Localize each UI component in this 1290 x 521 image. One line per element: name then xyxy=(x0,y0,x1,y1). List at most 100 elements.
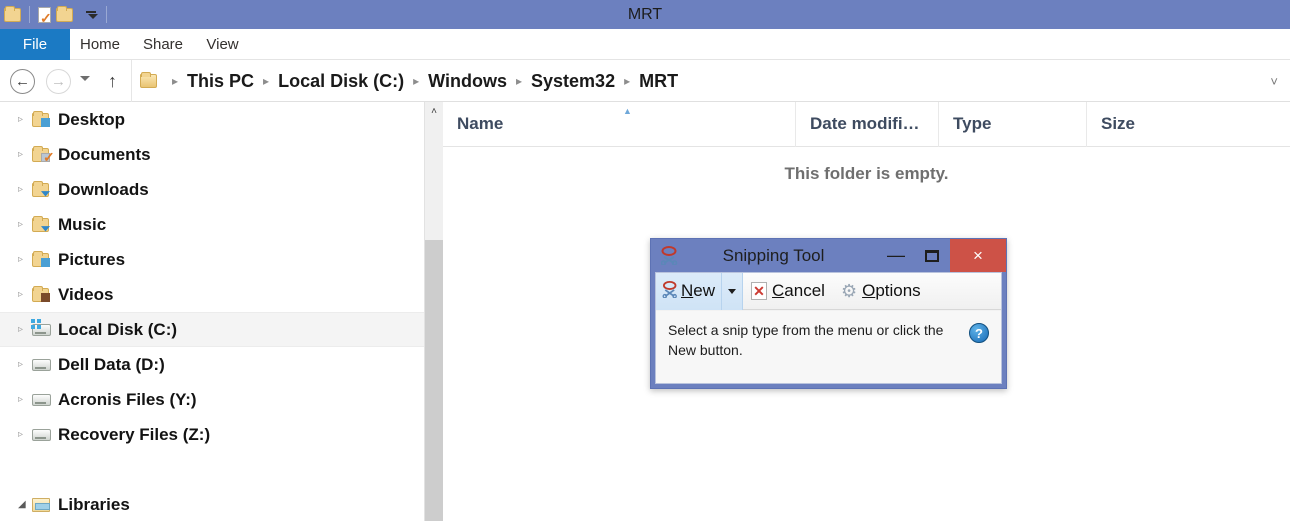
column-header-date-modified[interactable]: Date modifi… xyxy=(795,101,938,147)
sidebar-item-acronis-files-y[interactable]: ▹ Acronis Files (Y:) xyxy=(0,382,424,417)
cancel-button-label: Cancel xyxy=(772,281,825,301)
snipping-tool-title-bar[interactable]: Snipping Tool — × xyxy=(651,239,1006,272)
folder-music-icon xyxy=(32,215,58,232)
help-icon[interactable]: ? xyxy=(969,323,989,343)
empty-folder-message: This folder is empty. xyxy=(784,164,949,183)
cancel-rest: ancel xyxy=(784,281,825,300)
collapse-arrow-icon[interactable]: ◢ xyxy=(18,499,32,510)
minimize-button[interactable]: — xyxy=(878,239,914,272)
options-button[interactable]: ⚙ Options xyxy=(833,273,929,310)
new-rest: ew xyxy=(693,281,716,300)
tab-view[interactable]: View xyxy=(195,29,250,60)
options-accel: O xyxy=(862,281,876,300)
expand-arrow-icon[interactable]: ▹ xyxy=(18,324,32,335)
sidebar-item-label: Desktop xyxy=(58,109,126,129)
tab-file[interactable]: File xyxy=(0,29,70,60)
window-title-bar: MRT xyxy=(0,0,1290,29)
scroll-up-icon[interactable]: ˄ xyxy=(425,102,443,120)
breadcrumb-item-mrt[interactable]: MRT xyxy=(637,71,680,92)
navigation-pane-scrollbar[interactable]: ˄ xyxy=(424,102,443,521)
folder-icon xyxy=(140,72,157,88)
sort-ascending-icon: ▲ xyxy=(623,105,632,116)
tab-share[interactable]: Share xyxy=(133,29,193,60)
breadcrumb-item-this-pc[interactable]: This PC xyxy=(185,71,256,92)
folder-downloads-icon xyxy=(32,180,58,197)
folder-desktop-icon xyxy=(32,110,58,127)
column-label: Name xyxy=(457,114,504,133)
breadcrumb-separator: ▸ xyxy=(624,74,631,88)
breadcrumb-item-system32[interactable]: System32 xyxy=(529,71,617,92)
new-button-label: New xyxy=(681,281,715,301)
sidebar-item-music[interactable]: ▹ Music xyxy=(0,207,424,242)
sidebar-item-downloads[interactable]: ▹ Downloads xyxy=(0,172,424,207)
new-accel: N xyxy=(681,281,694,300)
sidebar-item-label: Documents xyxy=(58,144,151,164)
expand-arrow-icon[interactable]: ▹ xyxy=(18,359,32,370)
navigation-pane: ▹ Desktop ▹ Documents ▹ Downloads ▹ Musi… xyxy=(0,102,424,521)
recent-locations-icon[interactable] xyxy=(80,76,90,81)
sidebar-item-desktop[interactable]: ▹ Desktop xyxy=(0,102,424,137)
sidebar-item-label: Pictures xyxy=(58,249,126,269)
sidebar-item-videos[interactable]: ▹ Videos xyxy=(0,277,424,312)
cancel-x-icon: ✕ xyxy=(751,282,768,300)
breadcrumb-item-windows[interactable]: Windows xyxy=(426,71,509,92)
system-drive-icon xyxy=(31,318,58,336)
breadcrumb-separator: ▸ xyxy=(515,74,523,88)
sidebar-item-label: Videos xyxy=(58,284,114,304)
forward-button[interactable]: → xyxy=(46,69,71,94)
sidebar-item-label: Libraries xyxy=(58,494,130,514)
column-header-type[interactable]: Type xyxy=(938,101,1086,147)
sidebar-item-pictures[interactable]: ▹ Pictures xyxy=(0,242,424,277)
sidebar-item-label: Music xyxy=(58,214,107,234)
column-label: Type xyxy=(953,114,992,133)
address-bar: ← → ↑ ▸ This PC ▸ Local Disk (C:) ▸ Wind… xyxy=(0,60,1290,102)
drive-icon xyxy=(32,393,58,406)
expand-arrow-icon[interactable]: ▹ xyxy=(18,149,32,160)
sidebar-item-local-disk-c[interactable]: ▹ Local Disk (C:) xyxy=(0,312,424,347)
column-label: Size xyxy=(1101,114,1136,133)
breadcrumb[interactable]: ▸ This PC ▸ Local Disk (C:) ▸ Windows ▸ … xyxy=(131,60,1254,102)
libraries-icon xyxy=(32,497,58,512)
column-header-size[interactable]: Size xyxy=(1086,101,1186,147)
maximize-button[interactable] xyxy=(914,239,950,272)
expand-arrow-icon[interactable]: ▹ xyxy=(18,114,32,125)
expand-arrow-icon[interactable]: ▹ xyxy=(18,254,32,265)
folder-pictures-icon xyxy=(32,250,58,267)
sidebar-item-documents[interactable]: ▹ Documents xyxy=(0,137,424,172)
expand-arrow-icon[interactable]: ▹ xyxy=(18,184,32,195)
snipping-tool-body: New ✕ Cancel ⚙ Options Select a snip typ… xyxy=(655,272,1002,384)
expand-arrow-icon[interactable]: ▹ xyxy=(18,429,32,440)
folder-videos-icon xyxy=(32,285,58,302)
ribbon-tab-strip: File Home Share View xyxy=(0,29,1290,60)
up-button[interactable]: ↑ xyxy=(108,72,117,90)
sidebar-item-label: Acronis Files (Y:) xyxy=(58,389,197,409)
drive-icon xyxy=(32,358,58,371)
sidebar-item-libraries[interactable]: ◢ Libraries xyxy=(0,487,424,521)
column-header-name[interactable]: ▲ Name xyxy=(443,102,795,147)
new-button[interactable]: New xyxy=(656,272,723,310)
cancel-accel: C xyxy=(772,281,785,300)
window-title: MRT xyxy=(627,6,663,23)
scrollbar-thumb[interactable] xyxy=(425,240,443,521)
new-dropdown-button[interactable] xyxy=(722,272,744,310)
options-button-label: Options xyxy=(862,281,921,301)
sidebar-item-label: Recovery Files (Z:) xyxy=(58,424,211,444)
back-button[interactable]: ← xyxy=(10,69,35,94)
sidebar-item-recovery-files-z[interactable]: ▹ Recovery Files (Z:) xyxy=(0,417,424,452)
cancel-button[interactable]: ✕ Cancel xyxy=(743,273,833,310)
tab-home[interactable]: Home xyxy=(70,29,130,60)
expand-arrow-icon[interactable]: ▹ xyxy=(18,394,32,405)
breadcrumb-separator: ▸ xyxy=(413,74,420,88)
breadcrumb-item-local-disk[interactable]: Local Disk (C:) xyxy=(276,71,406,92)
options-rest: ptions xyxy=(875,281,921,300)
snipping-tool-window: Snipping Tool — × New ✕ Cancel ⚙ Options… xyxy=(650,238,1007,389)
sidebar-item-dell-data-d[interactable]: ▹ Dell Data (D:) xyxy=(0,347,424,382)
file-explorer-window: MRT File Home Share View ← → ↑ ▸ This PC… xyxy=(0,0,1290,521)
breadcrumb-separator: ▸ xyxy=(172,74,179,88)
gear-icon: ⚙ xyxy=(840,280,858,301)
expand-arrow-icon[interactable]: ▹ xyxy=(18,219,32,230)
expand-arrow-icon[interactable]: ▹ xyxy=(18,289,32,300)
address-dropdown-icon[interactable]: ˅ xyxy=(1270,74,1278,89)
sidebar-item-label: Local Disk (C:) xyxy=(58,319,178,339)
close-button[interactable]: × xyxy=(950,239,1006,272)
